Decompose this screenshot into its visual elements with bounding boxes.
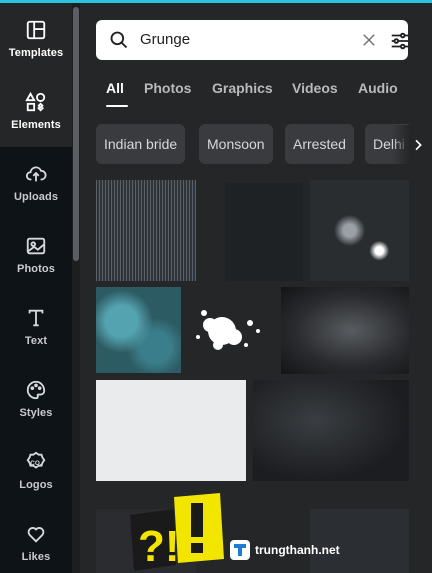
- sidebar-item-label: Text: [24, 335, 48, 347]
- search-icon: [110, 31, 128, 49]
- templates-icon: [26, 20, 46, 40]
- tab-photos[interactable]: Photos: [144, 80, 191, 96]
- sidebar-item-logos[interactable]: CO. Logos: [0, 435, 72, 507]
- elements-icon: [25, 91, 46, 112]
- sidebar-item-label: Styles: [19, 407, 53, 419]
- sidebar-item-photos[interactable]: Photos: [0, 219, 72, 291]
- content-tabs: All Photos Graphics Videos Audio: [96, 73, 432, 109]
- logo-co-icon: CO.: [26, 451, 46, 469]
- svg-text:CO.: CO.: [30, 460, 42, 467]
- sidebar-item-label: Templates: [8, 47, 64, 59]
- watermark-logo-icon: [230, 540, 250, 560]
- grunge-texture-tile[interactable]: [253, 380, 409, 481]
- chips-next-button[interactable]: [392, 125, 432, 165]
- sidebar-item-templates[interactable]: Templates: [0, 3, 72, 75]
- text-icon: [28, 309, 44, 327]
- grunge-texture-tile[interactable]: [96, 287, 181, 373]
- elements-panel: Grunge All Photos Graphics Videos Audio …: [80, 3, 432, 573]
- chip-monsoon[interactable]: Monsoon: [199, 124, 273, 164]
- sidebar-item-label: Logos: [19, 479, 53, 491]
- palette-icon: [26, 380, 46, 400]
- sidebar-item-elements[interactable]: Elements: [0, 75, 72, 147]
- suggestion-chips: Indian bride Monsoon Arrested Delhi: [96, 124, 432, 164]
- chip-arrested[interactable]: Arrested: [285, 124, 354, 164]
- grunge-texture-tile[interactable]: [96, 180, 196, 281]
- grunge-texture-tile[interactable]: [310, 180, 409, 281]
- tab-all[interactable]: All: [106, 80, 124, 96]
- sidebar-item-likes[interactable]: Likes: [0, 507, 72, 573]
- watermark: trungthanh.net: [230, 535, 350, 565]
- chevron-right-icon: [415, 139, 422, 151]
- sidebar-item-label: Uploads: [13, 191, 59, 203]
- search-input[interactable]: Grunge: [140, 31, 190, 48]
- grunge-splatter-tile[interactable]: [188, 297, 274, 365]
- grunge-texture-tile[interactable]: [96, 380, 246, 481]
- sidebar-item-label: Elements: [11, 119, 61, 131]
- chip-indian-bride[interactable]: Indian bride: [96, 124, 186, 164]
- close-icon[interactable]: [360, 31, 378, 49]
- filter-sliders-icon[interactable]: [389, 30, 411, 52]
- heart-icon: [27, 527, 45, 543]
- sidebar-scrollbar[interactable]: [72, 3, 80, 573]
- white-splatter-graphic: [196, 310, 260, 350]
- grunge-texture-tile[interactable]: [281, 287, 409, 374]
- sidebar-item-text[interactable]: Text: [0, 291, 72, 363]
- tab-graphics[interactable]: Graphics: [212, 80, 273, 96]
- svg-text:?!: ?!: [138, 522, 180, 571]
- active-tab-indicator: [106, 105, 128, 107]
- sidebar-item-label: Likes: [21, 551, 51, 563]
- grunge-texture-tile[interactable]: [225, 183, 303, 281]
- search-bar[interactable]: Grunge: [96, 20, 411, 60]
- sidebar: Templates Elements Uploads Photos Text S…: [0, 3, 72, 573]
- tab-videos[interactable]: Videos: [292, 80, 338, 96]
- scrollbar-thumb[interactable]: [73, 7, 79, 261]
- sidebar-item-label: Photos: [17, 263, 55, 275]
- question-exclamation-sticker: ?!: [130, 493, 224, 571]
- sidebar-item-uploads[interactable]: Uploads: [0, 147, 72, 219]
- tab-audio[interactable]: Audio: [358, 80, 398, 96]
- photo-icon: [26, 237, 46, 255]
- upload-cloud-icon: [25, 166, 47, 182]
- sidebar-item-styles[interactable]: Styles: [0, 363, 72, 435]
- watermark-text: trungthanh.net: [255, 543, 340, 557]
